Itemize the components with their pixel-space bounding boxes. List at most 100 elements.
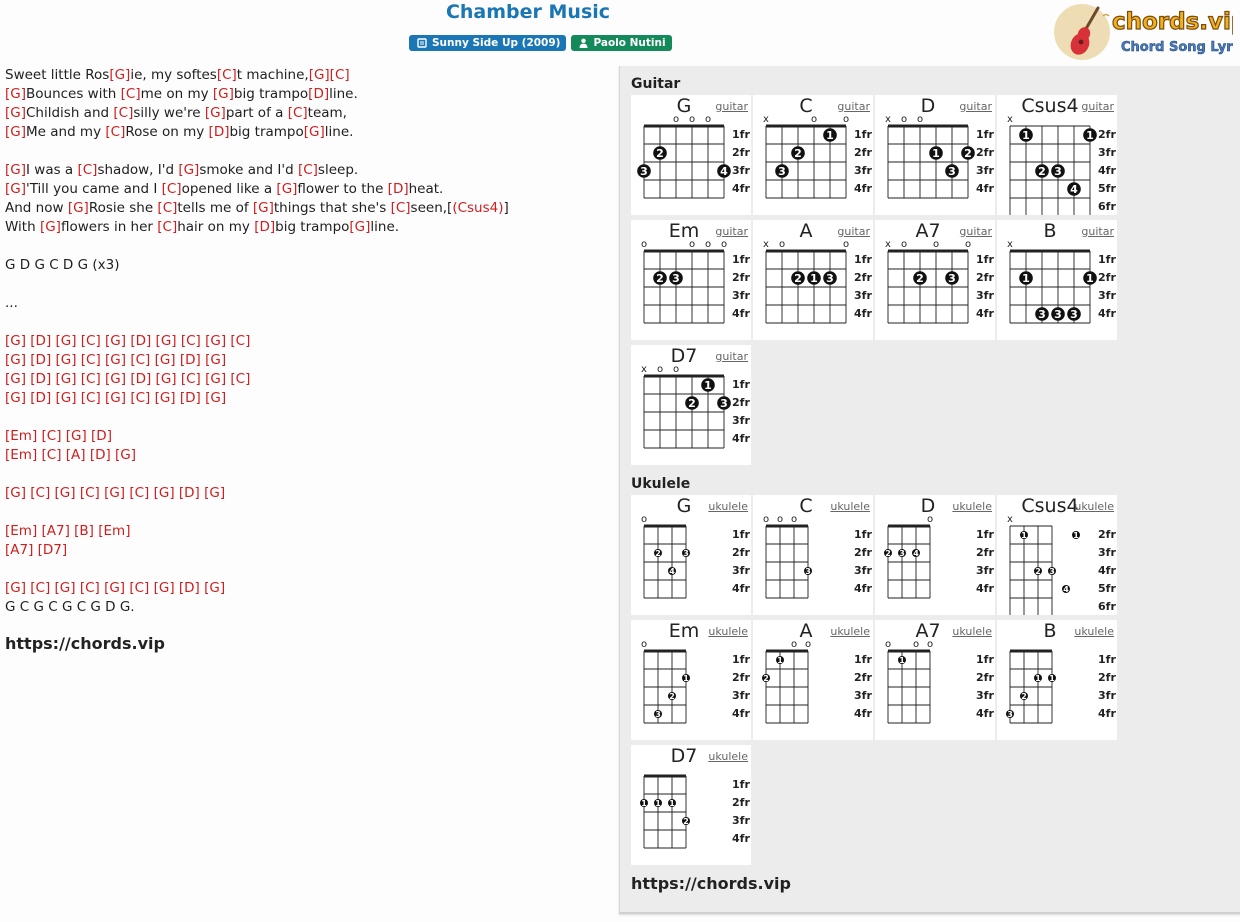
chord-marker[interactable]: [D] — [388, 181, 409, 197]
chord-marker[interactable]: [C] — [121, 86, 141, 102]
chord-marker[interactable]: [C] — [113, 105, 133, 121]
chord-diagram-em[interactable]: Em guitar 1fr 2fr 3fr 4fr o o o o 2 3 — [631, 220, 751, 340]
lyric-line: [G]Me and my [C]Rose on my [D]big trampo… — [5, 123, 509, 142]
finger-number: 2 — [794, 272, 802, 285]
chord-marker[interactable]: [G] — [276, 181, 297, 197]
chord-marker[interactable]: [G] [C] [G] [C] [G] [C] [G] [D] [G] — [5, 580, 225, 596]
open-string-mark: o — [843, 114, 849, 125]
chord-marker[interactable]: [C] — [298, 162, 318, 178]
chord-diagram-g[interactable]: Gukulele 1fr 2fr 3fr 4fr o 2 4 3 — [631, 495, 751, 615]
fret-label: 3fr — [732, 289, 750, 302]
chord-diagram-a7[interactable]: A7 guitar 1fr 2fr 3fr 4fr x o o o 2 3 — [875, 220, 995, 340]
chord-marker[interactable]: [G] [C] [G] [C] [G] [C] [G] [D] [G] — [5, 485, 225, 501]
chord-marker[interactable]: [G] — [5, 162, 26, 178]
chord-marker[interactable]: [G] — [178, 162, 199, 178]
lyric-text: And now — [5, 200, 68, 216]
footer-url[interactable]: https://chords.vip — [5, 634, 165, 653]
fret-label: 2fr — [732, 146, 750, 159]
chord-marker[interactable]: [G] — [205, 105, 226, 121]
chord-marker[interactable]: [C] — [162, 181, 182, 197]
fret-label: 1fr — [732, 253, 750, 266]
chords-vip-logo[interactable]: chords.vip Chord Song Lyric — [1053, 2, 1233, 62]
artist-badge[interactable]: Paolo Nutini — [571, 35, 672, 51]
lyric-text: ie, my softes — [130, 67, 217, 83]
chord-marker[interactable]: [C] — [157, 219, 177, 235]
lyric-line: And now [G]Rosie she [C]tells me of [G]t… — [5, 199, 509, 218]
chord-diagram-a7[interactable]: A7 ukulele 1fr 2fr 3fr 4fr o o o 1 — [875, 620, 995, 740]
fret-label: 1fr — [976, 128, 994, 141]
chord-marker[interactable]: [C] — [288, 105, 308, 121]
chord-marker[interactable]: [G] [D] [G] [C] [G] [C] [G] [D] [G] — [5, 352, 226, 368]
chord-diagram-b[interactable]: Bukulele 1fr 2fr 3fr 4fr 3 2 1 1 — [997, 620, 1117, 740]
chord-marker[interactable]: [G] — [213, 86, 234, 102]
open-string-mark: o — [791, 639, 797, 650]
chord-diagram-d7[interactable]: D7 ukulele 1fr 2fr 3fr 4fr 1 1 1 2 — [631, 745, 751, 865]
finger-number: 4 — [1070, 183, 1078, 196]
chord-marker[interactable]: [G] — [68, 200, 89, 216]
chord-marker[interactable]: (Csus4) — [452, 200, 503, 216]
chord-grid: 1fr2fr3fr4fro o o324 — [637, 114, 750, 199]
chord-diagram-g[interactable]: Gguitar 1fr 2fr 3fr 4fr o o o 3 2 4 — [631, 95, 751, 215]
chord-marker[interactable]: [G] — [5, 86, 26, 102]
chord-marker[interactable]: [Em] [C] [G] [D] — [5, 428, 112, 444]
chord-marker[interactable]: [G] — [304, 124, 325, 140]
chord-marker[interactable]: [G] — [5, 181, 26, 197]
finger-number: 2 — [763, 674, 769, 683]
chord-diagram-a[interactable]: Aukulele 1fr 2fr 3fr 4fr o o 2 1 — [753, 620, 873, 740]
finger-number: 3 — [1038, 308, 1046, 321]
muted-string-mark: x — [763, 114, 769, 125]
chord-diagram-c[interactable]: Cukulele 1fr 2fr 3fr 4fr o o o 3 — [753, 495, 873, 615]
chord-grid: 2fr3fr4fr5fr6frx12 341 — [1007, 114, 1116, 215]
chord-diagram-csus4[interactable]: Csus4 ukulele 2fr 3fr 4fr 5fr 6fr x 1 2 3 4 1 — [997, 495, 1117, 615]
lyric-text: opened like a — [181, 181, 277, 197]
chord-marker[interactable]: [A7] [D7] — [5, 542, 67, 558]
chord-diagram-em[interactable]: Em ukulele 1fr 2fr 3fr 4fr o 3 2 1 — [631, 620, 751, 740]
chord-diagram-a[interactable]: Aguitar 1fr 2fr 3fr 4fr x o o 2 1 3 — [753, 220, 873, 340]
song-title[interactable]: Chamber Music — [0, 1, 1056, 23]
lyric-text: heat. — [408, 181, 444, 197]
chord-marker[interactable]: [C] — [157, 200, 177, 216]
panel-url[interactable]: https://chords.vip — [631, 874, 791, 893]
chord-marker[interactable]: [G] [D] [G] [C] [G] [D] [G] [C] [G] [C] — [5, 333, 250, 349]
chord-marker[interactable]: [Em] [C] [A] [D] [G] — [5, 447, 136, 463]
chord-diagram-d[interactable]: Dukulele 1fr 2fr 3fr 4fr o 2 3 4 — [875, 495, 995, 615]
chord-marker[interactable]: [G][C] — [309, 67, 350, 83]
chord-marker[interactable]: [G] — [40, 219, 61, 235]
fret-label: 3fr — [732, 164, 750, 177]
finger-number: 3 — [1054, 165, 1062, 178]
lyric-text: seen,[ — [410, 200, 453, 216]
chord-diagram-c[interactable]: Cguitar 1fr 2fr 3fr 4fr x o o 3 2 1 — [753, 95, 873, 215]
chord-marker[interactable]: [G] — [349, 219, 370, 235]
chord-diagram-d[interactable]: Dguitar 1fr 2fr 3fr 4fr x o o 1 3 2 — [875, 95, 995, 215]
chord-diagram-csus4[interactable]: Csus4 guitar 2fr 3fr 4fr 5fr 6fr x 1 2 3 4 1 — [997, 95, 1117, 215]
chord-marker[interactable]: [C] — [391, 200, 411, 216]
chord-marker[interactable]: [G] — [5, 124, 26, 140]
finger-number: 1 — [826, 129, 834, 142]
finger-number: 4 — [1063, 585, 1069, 594]
chord-marker[interactable]: [C] — [77, 162, 97, 178]
chord-diagram-d7[interactable]: D7 guitar 1fr 2fr 3fr 4fr x o o 2 1 3 — [631, 345, 751, 465]
ukulele-chord-grid: Gukulele 1fr 2fr 3fr 4fr o 2 4 3 Cukulele 1fr 2fr 3f… — [631, 495, 1121, 865]
chord-marker[interactable]: [G] — [5, 105, 26, 121]
chord-marker[interactable]: [G] [D] [G] [C] [G] [C] [G] [D] [G] — [5, 390, 226, 406]
fret-label: 5fr — [1098, 582, 1116, 595]
fret-label: 1fr — [732, 128, 750, 141]
fret-label: 3fr — [1098, 146, 1116, 159]
open-string-mark: o — [927, 514, 933, 525]
chord-marker[interactable]: [C] — [105, 124, 125, 140]
lyric-line: [G] [C] [G] [C] [G] [C] [G] [D] [G] — [5, 484, 509, 503]
chord-marker[interactable]: [D] — [254, 219, 275, 235]
chord-marker[interactable]: [D] — [209, 124, 230, 140]
chord-marker[interactable]: [G] [D] [G] [C] [G] [D] [G] [C] [G] [C] — [5, 371, 250, 387]
chord-marker[interactable]: [G] — [109, 67, 130, 83]
chord-marker[interactable]: [G] — [253, 200, 274, 216]
chord-diagram-b[interactable]: Bguitar 1fr 2fr 3fr 4fr x 1 3 3 3 1 — [997, 220, 1117, 340]
chord-marker[interactable]: [Em] [A7] [B] [Em] — [5, 523, 130, 539]
lyric-line: [G] [D] [G] [C] [G] [C] [G] [D] [G] — [5, 389, 509, 408]
chord-marker[interactable]: [D] — [308, 86, 329, 102]
album-badge[interactable]: Sunny Side Up (2009) — [409, 35, 567, 51]
chord-marker[interactable]: [C] — [217, 67, 237, 83]
